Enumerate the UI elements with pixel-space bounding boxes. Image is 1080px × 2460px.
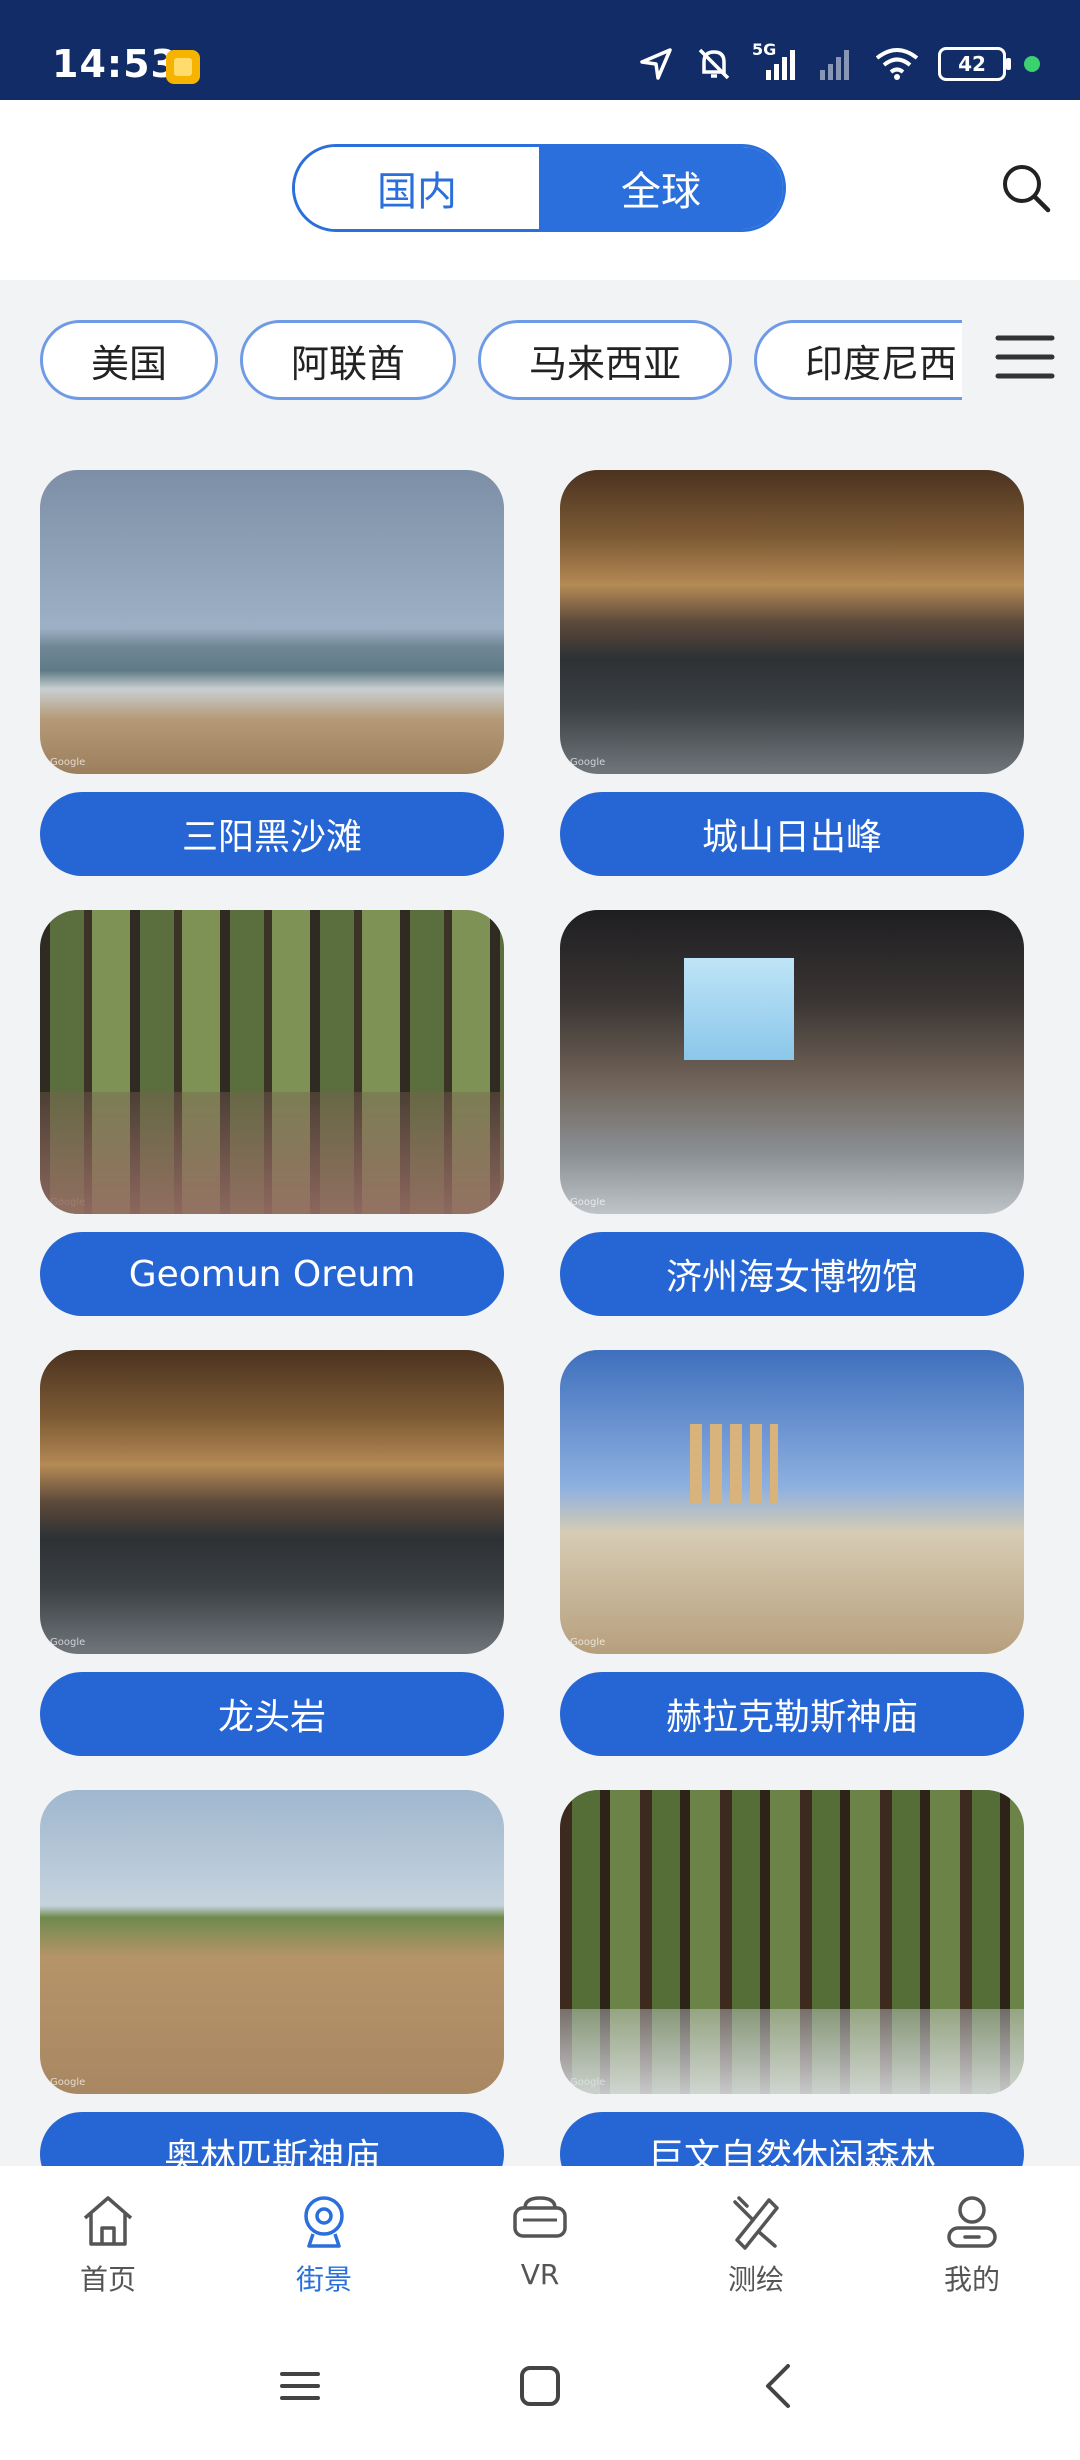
- place-name-button[interactable]: Geomun Oreum: [40, 1232, 504, 1316]
- system-home-button[interactable]: [510, 2356, 570, 2416]
- place-card[interactable]: Google 奥林匹斯神庙: [40, 1790, 504, 2166]
- nav-vr-label: VR: [520, 2258, 560, 2291]
- privacy-indicator-dot: [1024, 56, 1040, 72]
- country-chip-malaysia[interactable]: 马来西亚: [478, 320, 733, 400]
- nav-profile[interactable]: 我的: [864, 2166, 1080, 2306]
- nav-survey-label: 测绘: [727, 2263, 784, 2296]
- hamburger-menu-icon: [995, 335, 1055, 379]
- place-name-button[interactable]: 济州海女博物馆: [560, 1232, 1024, 1316]
- country-chip-indonesia[interactable]: 印度尼西: [754, 320, 962, 400]
- country-menu-button[interactable]: [994, 326, 1056, 388]
- status-bar: 14:53 5G 42: [0, 0, 1080, 100]
- home-square-icon: [520, 2366, 560, 2406]
- country-chip-scroller[interactable]: 美国 阿联酋 马来西亚 印度尼西: [40, 320, 962, 406]
- nav-vr[interactable]: VR: [432, 2166, 648, 2306]
- place-name-button[interactable]: 赫拉克勒斯神庙: [560, 1672, 1024, 1756]
- battery-level: 42: [958, 52, 986, 76]
- place-card[interactable]: Google 三阳黑沙滩: [40, 470, 504, 876]
- region-toggle: 国内 全球: [292, 144, 786, 232]
- back-arrow-icon: [766, 2364, 790, 2408]
- search-icon: [1003, 165, 1051, 213]
- nav-streetview-label: 街景: [295, 2263, 352, 2296]
- place-thumbnail[interactable]: Google: [40, 470, 504, 774]
- mute-bell-icon: [698, 48, 730, 80]
- recent-apps-icon: [280, 2372, 320, 2400]
- system-menu-button[interactable]: [270, 2356, 330, 2416]
- system-navigation-bar: [0, 2306, 1080, 2460]
- header: 国内 全球: [0, 100, 1080, 280]
- place-name-button[interactable]: 奥林匹斯神庙: [40, 2112, 504, 2166]
- streetview-icon: [304, 2196, 344, 2248]
- place-name-button[interactable]: 三阳黑沙滩: [40, 792, 504, 876]
- home-icon: [83, 2196, 133, 2246]
- tab-domestic[interactable]: 国内: [295, 147, 539, 229]
- nav-home-label: 首页: [79, 2263, 136, 2296]
- status-icons: 5G 42: [636, 40, 1040, 84]
- signal-5g-icon: 5G: [752, 40, 798, 82]
- place-card[interactable]: Google Geomun Oreum: [40, 910, 504, 1316]
- tab-global[interactable]: 全球: [539, 147, 783, 229]
- place-thumbnail[interactable]: Google: [40, 1790, 504, 2094]
- survey-icon: [733, 2196, 779, 2250]
- location-icon: [640, 48, 672, 80]
- place-thumbnail[interactable]: Google: [560, 910, 1024, 1214]
- system-back-button[interactable]: [750, 2356, 810, 2416]
- country-filter-bar: 美国 阿联酋 马来西亚 印度尼西: [0, 320, 1080, 406]
- place-name-button[interactable]: 龙头岩: [40, 1672, 504, 1756]
- place-thumbnail[interactable]: Google: [560, 470, 1024, 774]
- nav-profile-label: 我的: [943, 2263, 1000, 2296]
- place-grid[interactable]: Google 三阳黑沙滩 Google 城山日出峰 Google Geomun …: [40, 470, 1040, 2166]
- place-name-button[interactable]: 巨文自然休闲森林: [560, 2112, 1024, 2166]
- search-button[interactable]: [998, 160, 1054, 216]
- place-thumbnail[interactable]: Google: [40, 910, 504, 1214]
- country-chip-usa[interactable]: 美国: [40, 320, 219, 400]
- battery-icon: 42: [938, 47, 1011, 81]
- nav-streetview[interactable]: 街景: [216, 2166, 432, 2306]
- nav-home[interactable]: 首页: [0, 2166, 216, 2306]
- signal-weak-icon: [820, 50, 849, 80]
- status-time: 14:53: [52, 42, 178, 86]
- place-card[interactable]: Google 巨文自然休闲森林: [560, 1790, 1024, 2166]
- place-name-button[interactable]: 城山日出峰: [560, 792, 1024, 876]
- vr-icon: [513, 2196, 567, 2238]
- place-card[interactable]: Google 城山日出峰: [560, 470, 1024, 876]
- place-card[interactable]: Google 赫拉克勒斯神庙: [560, 1350, 1024, 1756]
- nav-survey[interactable]: 测绘: [648, 2166, 864, 2306]
- wifi-icon: [875, 48, 919, 80]
- profile-icon: [947, 2196, 997, 2248]
- place-thumbnail[interactable]: Google: [560, 1790, 1024, 2094]
- place-thumbnail[interactable]: Google: [560, 1350, 1024, 1654]
- place-thumbnail[interactable]: Google: [40, 1350, 504, 1654]
- country-chip-uae[interactable]: 阿联酋: [240, 320, 457, 400]
- app-notification-icon: [166, 50, 200, 84]
- place-card[interactable]: Google 济州海女博物馆: [560, 910, 1024, 1316]
- bottom-navigation: 首页 街景 VR 测绘 我的: [0, 2166, 1080, 2306]
- place-card[interactable]: Google 龙头岩: [40, 1350, 504, 1756]
